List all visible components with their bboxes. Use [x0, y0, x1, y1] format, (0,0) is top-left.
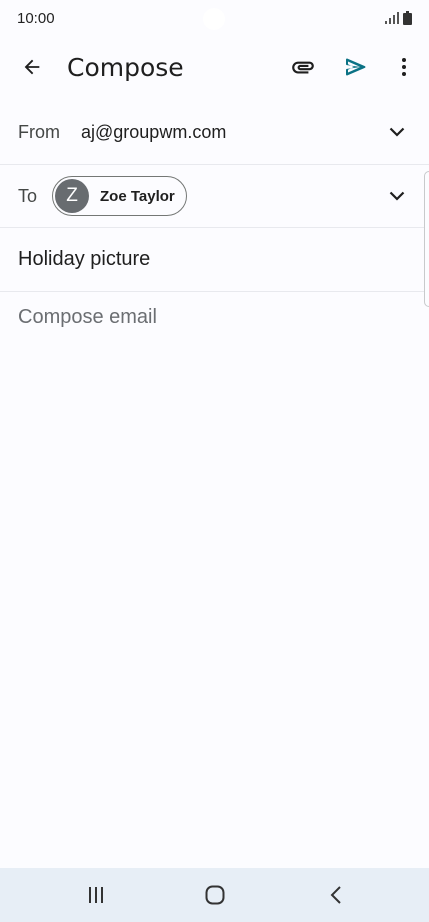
- home-icon: [205, 885, 225, 905]
- status-bar: 10:00: [0, 0, 429, 36]
- recents-button[interactable]: [72, 871, 120, 919]
- from-value: aj@groupwm.com: [81, 121, 227, 142]
- from-row[interactable]: From aj@groupwm.com: [0, 100, 429, 164]
- chevron-down-icon: [389, 191, 405, 201]
- avatar: Z: [55, 179, 89, 213]
- send-button[interactable]: [332, 43, 380, 91]
- body-row[interactable]: [0, 292, 429, 350]
- send-icon: [346, 58, 366, 76]
- app-bar: Compose: [0, 36, 429, 98]
- more-vert-icon: [402, 58, 406, 76]
- back-arrow-icon: [24, 59, 40, 75]
- nav-back-button[interactable]: [312, 871, 360, 919]
- recents-icon: [89, 887, 103, 903]
- recipient-chip[interactable]: Z Zoe Taylor: [52, 176, 187, 216]
- scroll-handle[interactable]: [424, 171, 429, 307]
- status-time: 10:00: [17, 9, 55, 27]
- to-label: To: [18, 185, 38, 206]
- from-label: From: [18, 121, 60, 142]
- navigation-bar: [0, 868, 429, 922]
- home-button[interactable]: [191, 871, 239, 919]
- to-expand-button[interactable]: [381, 180, 413, 212]
- signal-icon: [385, 12, 399, 24]
- battery-icon: [403, 11, 412, 25]
- camera-cutout: [203, 8, 225, 30]
- body-input[interactable]: [18, 306, 408, 329]
- status-icons: [385, 11, 412, 25]
- subject-value[interactable]: Holiday picture: [18, 248, 150, 271]
- attachment-icon: [292, 61, 314, 74]
- attach-button[interactable]: [279, 43, 327, 91]
- back-button[interactable]: [8, 43, 56, 91]
- to-row[interactable]: To Z Zoe Taylor: [0, 165, 429, 227]
- from-expand-button[interactable]: [381, 116, 413, 148]
- chevron-down-icon: [389, 127, 405, 137]
- back-icon: [330, 886, 341, 904]
- recipient-name: Zoe Taylor: [100, 187, 175, 205]
- page-title: Compose: [67, 52, 184, 82]
- more-options-button[interactable]: [380, 43, 428, 91]
- subject-field[interactable]: Holiday picture: [0, 228, 429, 291]
